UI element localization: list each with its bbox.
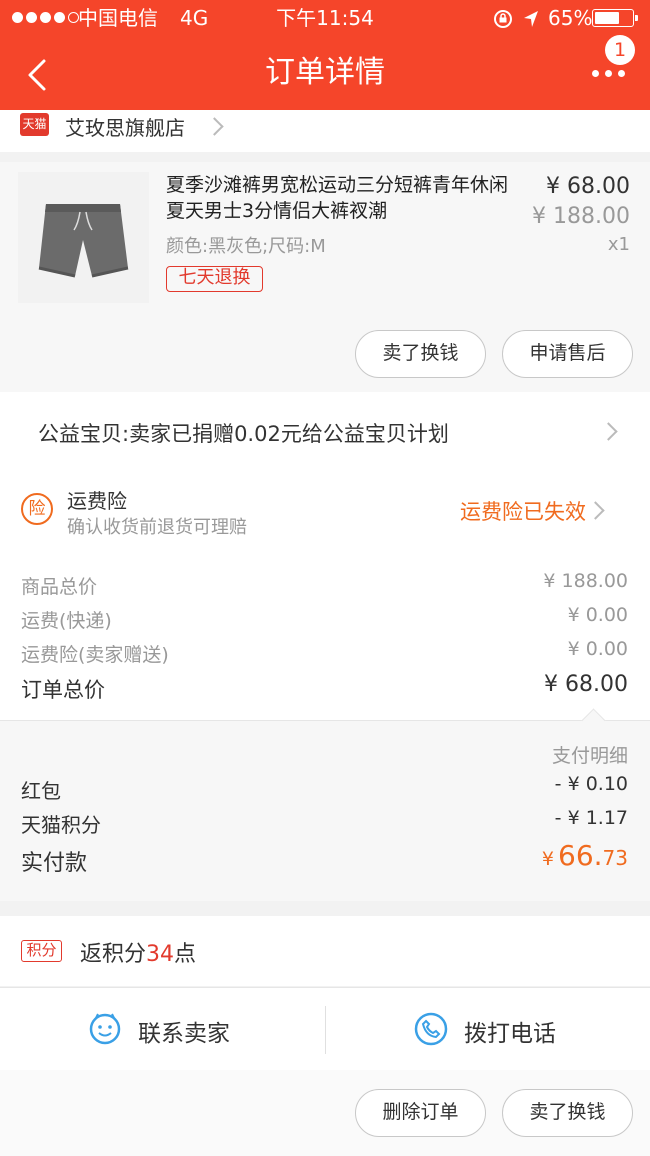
product-title[interactable]: 夏季沙滩裤男宽松运动三分短裤青年休闲夏天男士3分情侣大裤衩潮 — [166, 172, 516, 224]
summary-value: ¥ 188.00 — [543, 570, 628, 592]
charity-row[interactable]: 公益宝贝:卖家已捐赠0.02元给公益宝贝计划 — [0, 392, 650, 470]
payment-value: - ¥ 0.10 — [554, 773, 628, 795]
sell-button[interactable]: 卖了换钱 — [355, 330, 486, 378]
insurance-status: 运费险已失效 — [460, 500, 586, 524]
order-total-label: 订单总价 — [21, 678, 105, 702]
contact-row: 联系卖家 拨打电话 — [0, 987, 650, 1071]
sell-button-bottom[interactable]: 卖了换钱 — [502, 1089, 633, 1137]
payment-label: 天猫积分 — [21, 813, 101, 837]
message-badge: 1 — [605, 35, 635, 65]
shorts-image — [18, 172, 149, 303]
call-phone-label: 拨打电话 — [464, 1021, 556, 1047]
chevron-right-icon — [205, 117, 224, 136]
contact-seller-label: 联系卖家 — [138, 1021, 230, 1047]
paid-label: 实付款 — [21, 851, 88, 876]
page-title: 订单详情 — [265, 55, 385, 90]
chat-face-icon — [89, 1013, 121, 1045]
paid-decimal: 73 — [602, 846, 628, 870]
insurance-title: 运费险 — [67, 489, 127, 513]
insurance-subtitle: 确认收货前退货可理赔 — [67, 517, 247, 538]
order-total-value: ¥ 68.00 — [544, 672, 628, 697]
call-phone-button[interactable]: 拨打电话 — [326, 988, 650, 1070]
payment-details: 支付明细 红包 - ¥ 0.10 天猫积分 - ¥ 1.17 实付款 ¥66.7… — [0, 708, 650, 901]
phone-icon — [414, 1012, 448, 1046]
product-original-price: ¥ 188.00 — [532, 204, 630, 229]
rotation-lock-icon — [494, 10, 512, 28]
points-text: 返积分34点 — [80, 936, 196, 968]
location-arrow-icon — [524, 11, 538, 27]
summary-label: 商品总价 — [21, 576, 98, 598]
summary-label: 运费险(卖家赠送) — [21, 644, 169, 666]
payment-label: 红包 — [21, 779, 61, 803]
summary-value: ¥ 0.00 — [567, 638, 628, 660]
insurance-icon: 险 — [21, 493, 53, 525]
points-value: 34 — [146, 942, 175, 967]
battery-percent: 65% — [548, 6, 593, 30]
product-quantity: x1 — [607, 234, 630, 255]
paid-amount: ¥66.73 — [542, 839, 628, 872]
paid-integer: 66. — [558, 839, 603, 872]
shop-name: 艾玫思旗舰店 — [65, 116, 185, 140]
points-prefix: 返积分 — [80, 942, 147, 967]
points-suffix: 点 — [174, 942, 197, 967]
payment-detail-label: 支付明细 — [551, 745, 628, 767]
product-sku: 颜色:黑灰色;尺码:M — [166, 236, 326, 257]
tmall-icon: 天猫 — [20, 113, 49, 136]
top-bar: 中国电信 4G 下午11:54 65% 订单详情 1 — [0, 0, 650, 110]
points-badge: 积分 — [21, 940, 62, 962]
shop-header[interactable]: 天猫 艾玫思旗舰店 — [0, 110, 650, 152]
product-price: ¥ 68.00 — [546, 174, 630, 199]
charity-text: 公益宝贝:卖家已捐赠0.02元给公益宝贝计划 — [38, 422, 449, 446]
summary-value: ¥ 0.00 — [567, 604, 628, 626]
after-sale-button[interactable]: 申请售后 — [502, 330, 633, 378]
battery-icon — [592, 9, 638, 27]
points-row: 积分 返积分34点 — [0, 916, 650, 986]
chevron-right-icon — [586, 501, 605, 520]
seven-day-return-tag: 七天退换 — [166, 266, 263, 292]
summary-label: 运费(快递) — [21, 610, 112, 632]
product-image[interactable] — [18, 172, 149, 303]
payment-value: - ¥ 1.17 — [554, 807, 628, 829]
contact-seller-button[interactable]: 联系卖家 — [0, 988, 325, 1070]
delete-order-button[interactable]: 删除订单 — [355, 1089, 486, 1137]
more-icon[interactable] — [592, 63, 628, 83]
chevron-right-icon — [599, 422, 618, 441]
shipping-insurance-row[interactable]: 险 运费险 确认收货前退货可理赔 运费险已失效 — [0, 470, 650, 550]
order-summary: 商品总价 ¥ 188.00 运费(快递) ¥ 0.00 运费险(卖家赠送) ¥ … — [0, 550, 650, 720]
paid-currency: ¥ — [541, 848, 555, 870]
